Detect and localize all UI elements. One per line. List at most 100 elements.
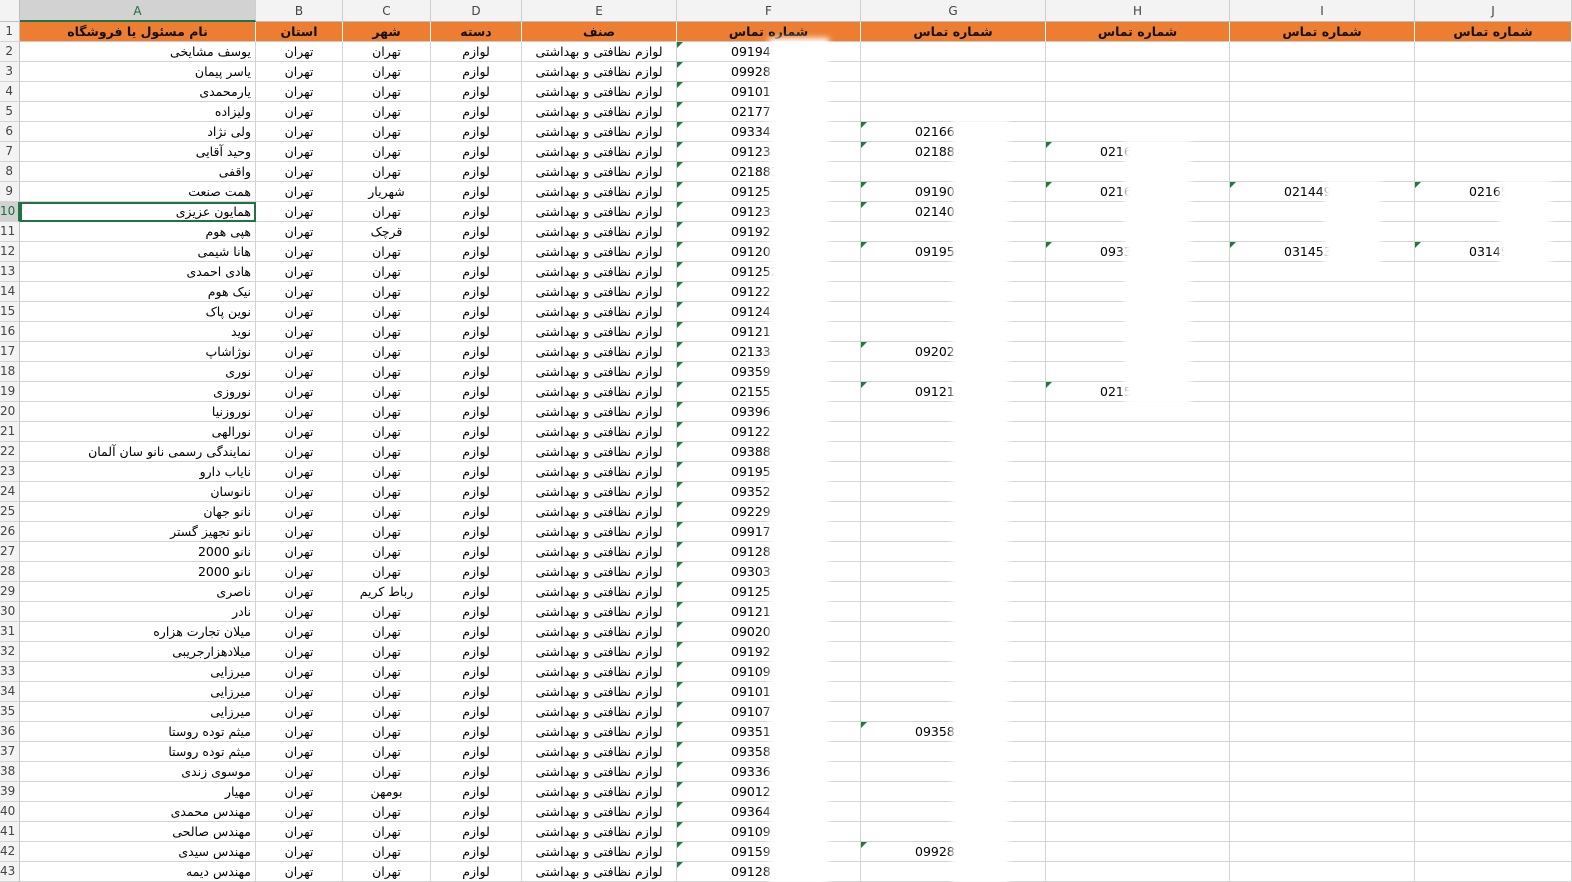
- cell-f[interactable]: 09159: [677, 842, 861, 862]
- cell-g[interactable]: [861, 742, 1046, 762]
- cell-e[interactable]: لوازم نظافتی و بهداشتی: [522, 362, 677, 382]
- cell-h[interactable]: [1046, 762, 1230, 782]
- cell-g[interactable]: [861, 222, 1046, 242]
- cell-e[interactable]: لوازم نظافتی و بهداشتی: [522, 502, 677, 522]
- column-header-b[interactable]: B: [256, 0, 343, 22]
- cell-b[interactable]: تهران: [256, 162, 343, 182]
- cell-i[interactable]: [1230, 622, 1415, 642]
- name-cell[interactable]: همایون عزیزی: [20, 202, 256, 222]
- cell-j[interactable]: 03145: [1415, 242, 1572, 262]
- row-header[interactable]: 3: [0, 62, 20, 82]
- cell-d[interactable]: لوازم: [431, 862, 522, 882]
- name-cell[interactable]: یوسف مشایخی: [20, 42, 256, 62]
- row-header[interactable]: 12: [0, 242, 20, 262]
- cell-f[interactable]: 09128: [677, 862, 861, 882]
- cell-g[interactable]: 09190: [861, 182, 1046, 202]
- cell-e[interactable]: لوازم نظافتی و بهداشتی: [522, 742, 677, 762]
- name-cell[interactable]: نانو 2000: [20, 542, 256, 562]
- cell-f[interactable]: 09192: [677, 222, 861, 242]
- cell-j[interactable]: [1415, 782, 1572, 802]
- cell-e[interactable]: لوازم نظافتی و بهداشتی: [522, 722, 677, 742]
- cell-g[interactable]: [861, 62, 1046, 82]
- cell-b[interactable]: تهران: [256, 322, 343, 342]
- cell-g[interactable]: [861, 482, 1046, 502]
- cell-g[interactable]: [861, 302, 1046, 322]
- cell-i[interactable]: [1230, 822, 1415, 842]
- cell-j[interactable]: [1415, 822, 1572, 842]
- row-header[interactable]: 38: [0, 762, 20, 782]
- row-header[interactable]: 37: [0, 742, 20, 762]
- cell-d[interactable]: لوازم: [431, 122, 522, 142]
- cell-c[interactable]: تهران: [343, 802, 431, 822]
- row-header[interactable]: 16: [0, 322, 20, 342]
- cell-c[interactable]: تهران: [343, 282, 431, 302]
- cell-j[interactable]: [1415, 462, 1572, 482]
- cell-j[interactable]: [1415, 622, 1572, 642]
- cell-c[interactable]: تهران: [343, 762, 431, 782]
- row-header[interactable]: 27: [0, 542, 20, 562]
- cell-d[interactable]: لوازم: [431, 662, 522, 682]
- cell-e[interactable]: لوازم نظافتی و بهداشتی: [522, 302, 677, 322]
- cell-c[interactable]: تهران: [343, 142, 431, 162]
- cell-d[interactable]: لوازم: [431, 442, 522, 462]
- cell-d[interactable]: لوازم: [431, 42, 522, 62]
- cell-d[interactable]: لوازم: [431, 782, 522, 802]
- cell-j[interactable]: 02165: [1415, 182, 1572, 202]
- cell-i[interactable]: [1230, 402, 1415, 422]
- cell-d[interactable]: لوازم: [431, 502, 522, 522]
- cell-c[interactable]: تهران: [343, 362, 431, 382]
- row-header[interactable]: 20: [0, 402, 20, 422]
- cell-j[interactable]: [1415, 162, 1572, 182]
- name-cell[interactable]: یاسر پیمان: [20, 62, 256, 82]
- cell-h[interactable]: [1046, 662, 1230, 682]
- row-header[interactable]: 15: [0, 302, 20, 322]
- header-cell-e[interactable]: صنف: [522, 22, 677, 42]
- cell-f[interactable]: 09123: [677, 202, 861, 222]
- cell-e[interactable]: لوازم نظافتی و بهداشتی: [522, 162, 677, 182]
- cell-h[interactable]: [1046, 562, 1230, 582]
- cell-e[interactable]: لوازم نظافتی و بهداشتی: [522, 342, 677, 362]
- cell-j[interactable]: [1415, 102, 1572, 122]
- name-cell[interactable]: وحید آقایی: [20, 142, 256, 162]
- cell-i[interactable]: [1230, 322, 1415, 342]
- cell-h[interactable]: [1046, 682, 1230, 702]
- row-header[interactable]: 13: [0, 262, 20, 282]
- cell-b[interactable]: تهران: [256, 362, 343, 382]
- cell-b[interactable]: تهران: [256, 842, 343, 862]
- header-cell-f[interactable]: شماره تماس: [677, 22, 861, 42]
- cell-e[interactable]: لوازم نظافتی و بهداشتی: [522, 142, 677, 162]
- cell-h[interactable]: [1046, 542, 1230, 562]
- cell-e[interactable]: لوازم نظافتی و بهداشتی: [522, 422, 677, 442]
- cell-i[interactable]: [1230, 102, 1415, 122]
- cell-g[interactable]: [861, 422, 1046, 442]
- row-header[interactable]: 43: [0, 862, 20, 882]
- cell-b[interactable]: تهران: [256, 742, 343, 762]
- cell-b[interactable]: تهران: [256, 582, 343, 602]
- cell-j[interactable]: [1415, 502, 1572, 522]
- cell-b[interactable]: تهران: [256, 142, 343, 162]
- cell-g[interactable]: [861, 462, 1046, 482]
- cell-b[interactable]: تهران: [256, 402, 343, 422]
- cell-f[interactable]: 09128: [677, 542, 861, 562]
- cell-c[interactable]: تهران: [343, 722, 431, 742]
- select-all-corner[interactable]: [0, 0, 20, 22]
- cell-d[interactable]: لوازم: [431, 402, 522, 422]
- cell-d[interactable]: لوازم: [431, 802, 522, 822]
- cell-i[interactable]: [1230, 482, 1415, 502]
- cell-e[interactable]: لوازم نظافتی و بهداشتی: [522, 462, 677, 482]
- cell-c[interactable]: تهران: [343, 602, 431, 622]
- row-header[interactable]: 18: [0, 362, 20, 382]
- cell-d[interactable]: لوازم: [431, 222, 522, 242]
- cell-j[interactable]: [1415, 262, 1572, 282]
- cell-e[interactable]: لوازم نظافتی و بهداشتی: [522, 62, 677, 82]
- name-cell[interactable]: نوین پاک: [20, 302, 256, 322]
- cell-i[interactable]: [1230, 262, 1415, 282]
- cell-g[interactable]: [861, 502, 1046, 522]
- cell-g[interactable]: [861, 602, 1046, 622]
- cell-c[interactable]: شهریار: [343, 182, 431, 202]
- cell-d[interactable]: لوازم: [431, 462, 522, 482]
- cell-d[interactable]: لوازم: [431, 742, 522, 762]
- cell-c[interactable]: بومهن: [343, 782, 431, 802]
- name-cell[interactable]: نوید: [20, 322, 256, 342]
- row-header[interactable]: 21: [0, 422, 20, 442]
